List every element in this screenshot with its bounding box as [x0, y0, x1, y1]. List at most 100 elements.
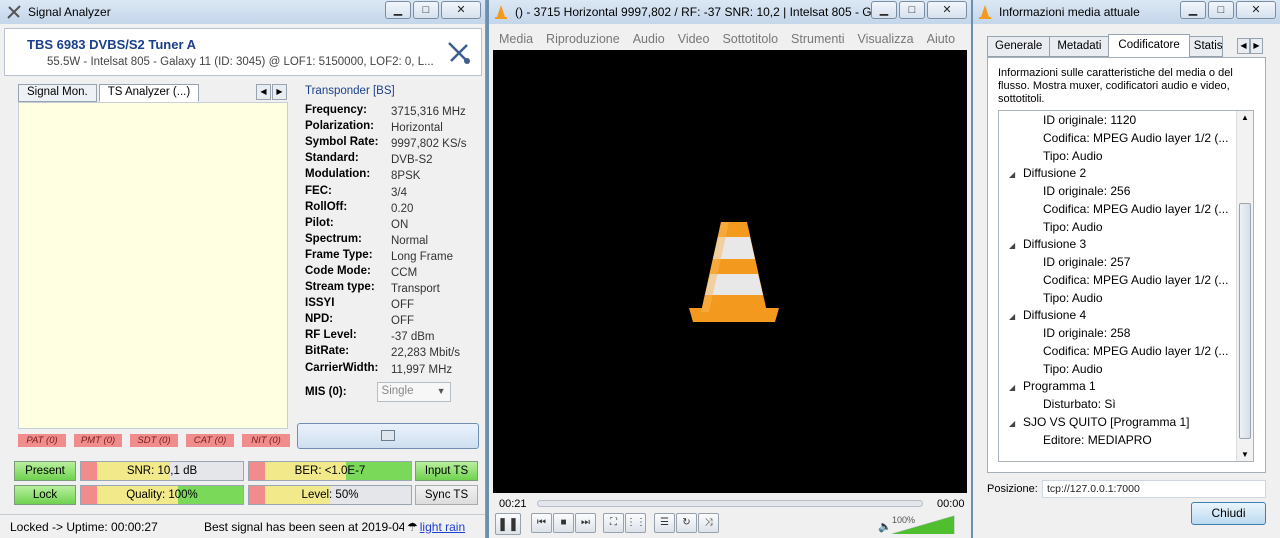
weather-link[interactable]: light rain: [420, 520, 465, 534]
menu-item-strumenti[interactable]: Strumenti: [791, 28, 845, 50]
transponder-param-row: Frame Type: Long Frame: [305, 247, 466, 263]
tree-leaf[interactable]: ID originale: 258: [1043, 326, 1130, 340]
tab-codificatore[interactable]: Codificatore: [1108, 34, 1190, 57]
tree-leaf[interactable]: Codifica: MPEG Audio layer 1/2 (...: [1043, 273, 1228, 287]
tree-leaf[interactable]: Tipo: Audio: [1043, 220, 1103, 234]
tree-leaf[interactable]: Codifica: MPEG Audio layer 1/2 (...: [1043, 202, 1228, 216]
param-name: Code Mode:: [305, 264, 371, 277]
maximize-button[interactable]: □: [899, 1, 925, 19]
maximize-button[interactable]: □: [413, 1, 439, 19]
tree-leaf[interactable]: Disturbato: Sì: [1043, 397, 1116, 411]
tab-scroll-left-icon[interactable]: ◀: [256, 84, 271, 100]
menu-item-aiuto[interactable]: Aiuto: [927, 28, 956, 50]
tab-scroll-right-icon[interactable]: ▶: [1250, 38, 1263, 54]
sdt-indicator: SDT (0): [130, 434, 178, 447]
tree-leaf[interactable]: Codifica: MPEG Audio layer 1/2 (...: [1043, 131, 1228, 145]
expand-triangle-icon[interactable]: ◢: [1009, 241, 1015, 250]
loop-button[interactable]: ↻: [676, 513, 697, 533]
scroll-up-icon[interactable]: ▲: [1241, 113, 1249, 122]
shuffle-button[interactable]: ⤨: [698, 513, 719, 533]
previous-button[interactable]: ⏮: [531, 513, 552, 533]
close-button[interactable]: ✕: [441, 1, 481, 19]
menu-item-audio[interactable]: Audio: [633, 28, 665, 50]
transponder-param-row: Pilot: ON: [305, 215, 466, 231]
tree-node[interactable]: Diffusione 3: [1023, 237, 1086, 251]
media-info-titlebar[interactable]: Informazioni media attuale ▁ □ ✕: [973, 0, 1280, 24]
playlist-button[interactable]: ☰: [654, 513, 675, 533]
tree-node[interactable]: Diffusione 4: [1023, 308, 1086, 322]
ber-label: BER: <1.0E-7: [294, 465, 366, 477]
minimize-button[interactable]: ▁: [871, 1, 897, 19]
tree-leaf[interactable]: Editore: MEDIAPRO: [1043, 433, 1152, 447]
menu-item-riproduzione[interactable]: Riproduzione: [546, 28, 620, 50]
menu-item-sottotitolo[interactable]: Sottotitolo: [722, 28, 778, 50]
video-area[interactable]: [493, 50, 967, 493]
maximize-button[interactable]: □: [1208, 1, 1234, 19]
tab-scroll-left-icon[interactable]: ◀: [1237, 38, 1250, 54]
vlc-cone-icon: [689, 222, 779, 322]
tree-leaf[interactable]: Tipo: Audio: [1043, 291, 1103, 305]
scroll-thumb[interactable]: [1239, 203, 1251, 439]
position-label: Posizione:: [987, 483, 1038, 495]
fullscreen-button[interactable]: ⛶: [603, 513, 624, 533]
tree-node[interactable]: SJO VS QUITO [Programma 1]: [1023, 415, 1190, 429]
tree-leaf[interactable]: ID originale: 1120: [1043, 113, 1136, 127]
param-value: 22,283 Mbit/s: [391, 347, 461, 360]
signal-analyzer-titlebar[interactable]: Signal Analyzer ▁ □ ✕: [0, 0, 485, 24]
menu-item-video[interactable]: Video: [678, 28, 710, 50]
pat-indicator: PAT (0): [18, 434, 66, 447]
param-name: ISSYI: [305, 297, 335, 310]
tab-generale[interactable]: Generale: [987, 36, 1051, 57]
extended-settings-button[interactable]: ⋮⋮: [625, 513, 646, 533]
tree-leaf[interactable]: Tipo: Audio: [1043, 149, 1103, 163]
close-button[interactable]: ✕: [927, 1, 967, 19]
expand-triangle-icon[interactable]: ◢: [1009, 170, 1015, 179]
tree-scrollbar[interactable]: ▲ ▼: [1236, 111, 1253, 461]
vlc-titlebar[interactable]: () - 3715 Horizontal 9997,802 / RF: -37 …: [489, 0, 971, 24]
next-button[interactable]: ⏭: [575, 513, 596, 533]
tree-node[interactable]: Programma 1: [1023, 379, 1096, 393]
quality-label: Quality: 100%: [126, 489, 198, 501]
param-name: RollOff:: [305, 200, 348, 213]
volume-control[interactable]: 🔈 100%: [872, 514, 971, 534]
tab-statistiche[interactable]: Statist: [1188, 36, 1223, 57]
transponder-param-row: Standard: DVB-S2: [305, 150, 466, 166]
tab-scroll: ◀ ▶: [256, 84, 287, 100]
expand-triangle-icon[interactable]: ◢: [1009, 383, 1015, 392]
expand-triangle-icon[interactable]: ◢: [1009, 419, 1015, 428]
menu-item-media[interactable]: Media: [499, 28, 533, 50]
tab-scroll-right-icon[interactable]: ▶: [272, 84, 287, 100]
seek-bar[interactable]: [537, 500, 923, 507]
pmt-indicator: PMT (0): [74, 434, 122, 447]
chevron-down-icon: ▼: [436, 386, 446, 396]
minimize-button[interactable]: ▁: [1180, 1, 1206, 19]
codec-tree[interactable]: ▲ ▼ ID originale: 1120 Codifica: MPEG Aud…: [998, 110, 1254, 462]
position-field[interactable]: tcp://127.0.0.1:7000: [1042, 480, 1266, 498]
screenshot-button[interactable]: [297, 423, 479, 449]
tree-leaf[interactable]: ID originale: 257: [1043, 255, 1130, 269]
stop-button[interactable]: ■: [553, 513, 574, 533]
param-name: CarrierWidth:: [305, 361, 379, 374]
uptime-status: Locked -> Uptime: 00:00:27: [10, 519, 158, 534]
tree-node[interactable]: Diffusione 2: [1023, 166, 1086, 180]
tab-ts-analyzer[interactable]: TS Analyzer (...): [98, 84, 200, 102]
expand-triangle-icon[interactable]: ◢: [1009, 312, 1015, 321]
transponder-param-row: Polarization: Horizontal: [305, 118, 466, 134]
close-dialog-button[interactable]: Chiudi: [1191, 502, 1266, 525]
cat-indicator: CAT (0): [186, 434, 234, 447]
close-button[interactable]: ✕: [1236, 1, 1276, 19]
tree-leaf[interactable]: Tipo: Audio: [1043, 362, 1103, 376]
tab-metadati[interactable]: Metadati: [1049, 36, 1110, 57]
minimize-button[interactable]: ▁: [385, 1, 411, 19]
quality-meter: Quality: 100%: [80, 485, 244, 505]
vlc-menubar: Media Riproduzione Audio Video Sottotitolo St…: [489, 28, 971, 50]
analyzer-tabs: Signal Mon. TS Analyzer (...): [18, 84, 201, 102]
mis-select[interactable]: Single ▼: [376, 382, 451, 402]
pause-button[interactable]: ❚❚: [495, 513, 521, 535]
tree-leaf[interactable]: Codifica: MPEG Audio layer 1/2 (...: [1043, 344, 1228, 358]
scroll-down-icon[interactable]: ▼: [1241, 450, 1249, 459]
tree-leaf[interactable]: ID originale: 256: [1043, 184, 1130, 198]
menu-item-visualizza[interactable]: Visualizza: [858, 28, 914, 50]
media-info-tabs: Generale Metadati Codificatore Statist: [987, 34, 1223, 57]
tab-signal-mon[interactable]: Signal Mon.: [18, 84, 97, 102]
